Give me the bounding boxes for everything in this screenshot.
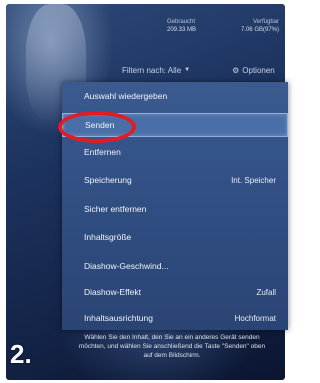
menu-item-slideshow-effect[interactable]: Diashow-Effekt Zufall [62, 280, 288, 304]
menu-item-value: Zufall [256, 287, 276, 297]
storage-used-value: 209.33 MB [167, 27, 197, 33]
storage-info: Gebraucht 209.33 MB Verfügbar 7.06 GB(97… [167, 18, 279, 34]
menu-item-label: Inhaltsausrichtung [84, 313, 153, 323]
photo-frame: Gebraucht 209.33 MB Verfügbar 7.06 GB(97… [0, 0, 289, 383]
storage-used-label: Gebraucht [167, 19, 196, 25]
filter-dropdown[interactable]: Filtern nach: Alle ▼ [122, 66, 190, 75]
options-label: Optionen [242, 65, 275, 75]
filter-label: Filtern nach: Alle [122, 65, 182, 75]
menu-item-label: Entfernen [84, 147, 121, 157]
step-number: 2. [10, 339, 32, 369]
menu-item-label: Inhaltsgröße [84, 232, 132, 242]
options-button[interactable]: ⚙ Optionen [232, 66, 275, 75]
menu-item-value: Int. Speicher [231, 175, 276, 185]
storage-free: Verfügbar 7.06 GB(97%) [241, 18, 279, 34]
gear-icon: ⚙ [232, 65, 240, 75]
menu-item-value: Hochformat [234, 313, 276, 323]
hint-text: Wählen Sie den Inhalt, den Sie an ein an… [78, 334, 266, 359]
chevron-down-icon: ▼ [184, 67, 191, 73]
filter-bar: Filtern nach: Alle ▼ ⚙ Optionen [96, 61, 285, 79]
menu-item-label: Speicherung [84, 175, 132, 185]
menu-item-send[interactable]: Senden [62, 113, 288, 137]
menu-item-safe-remove[interactable]: Sicher entfernen [62, 197, 288, 221]
menu-item-label: Diashow-Geschwind... [84, 261, 169, 271]
menu-item-label: Sicher entfernen [84, 204, 147, 214]
storage-used: Gebraucht 209.33 MB [167, 18, 196, 34]
menu-item-slideshow-speed[interactable]: Diashow-Geschwind... [62, 254, 288, 278]
menu-item-label: Diashow-Effekt [84, 287, 142, 297]
menu-item-content-size[interactable]: Inhaltsgröße [62, 225, 288, 249]
menu-item-storage[interactable]: Speicherung Int. Speicher [62, 168, 288, 192]
menu-item-label: Senden [85, 120, 115, 130]
storage-free-label: Verfügbar [252, 19, 279, 25]
options-menu: Auswahl wiedergeben Senden Entfernen Spe… [62, 82, 288, 330]
menu-item-remove[interactable]: Entfernen [62, 140, 288, 164]
menu-item-play-selection[interactable]: Auswahl wiedergeben [62, 84, 288, 108]
menu-item-label: Auswahl wiedergeben [84, 91, 168, 101]
menu-item-content-orientation[interactable]: Inhaltsausrichtung Hochformat [62, 306, 288, 330]
storage-free-value: 7.06 GB(97%) [240, 27, 279, 33]
